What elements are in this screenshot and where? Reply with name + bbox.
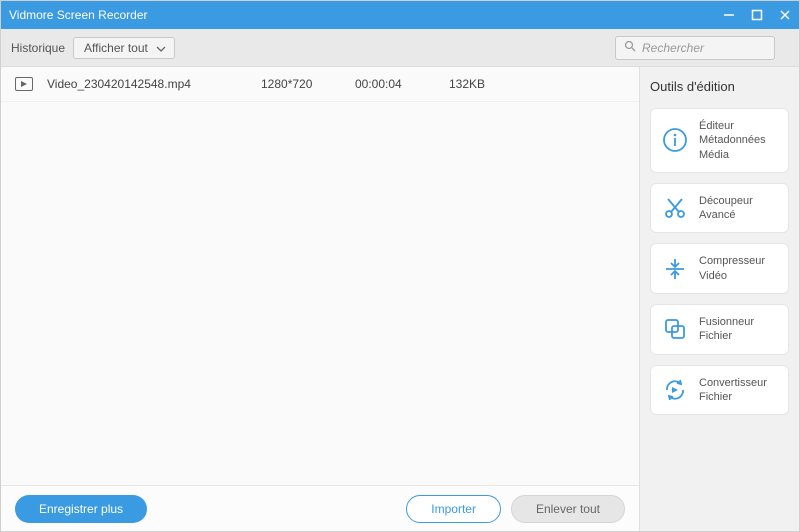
tool-label: Compresseur Vidéo <box>699 254 765 283</box>
tool-label: Fusionneur Fichier <box>699 315 778 344</box>
window-controls <box>723 9 791 21</box>
tool-video-compressor[interactable]: Compresseur Vidéo <box>650 243 789 294</box>
file-size: 132KB <box>449 77 529 91</box>
remove-all-button[interactable]: Enlever tout <box>511 495 625 523</box>
file-resolution: 1280*720 <box>261 77 341 91</box>
scissors-icon <box>661 194 689 222</box>
tool-label: Éditeur Métadonnées Média <box>699 119 766 162</box>
toolbar: Historique Afficher tout <box>1 29 799 67</box>
app-title: Vidmore Screen Recorder <box>9 8 723 22</box>
tool-file-converter[interactable]: Convertisseur Fichier <box>650 365 789 416</box>
search-input[interactable] <box>642 41 766 55</box>
tool-metadata-editor[interactable]: Éditeur Métadonnées Média <box>650 108 789 173</box>
footer: Enregistrer plus Importer Enlever tout <box>1 485 639 531</box>
video-thumb-icon <box>15 77 33 91</box>
convert-icon <box>661 376 689 404</box>
import-button[interactable]: Importer <box>406 495 501 523</box>
tool-label: Convertisseur Fichier <box>699 376 767 405</box>
file-name: Video_230420142548.mp4 <box>47 77 247 91</box>
minimize-icon[interactable] <box>723 9 735 21</box>
filter-dropdown-label: Afficher tout <box>84 41 148 55</box>
search-box[interactable] <box>615 36 775 60</box>
body: Video_230420142548.mp4 1280*720 00:00:04… <box>1 67 799 531</box>
close-icon[interactable] <box>779 9 791 21</box>
tool-label: Découpeur Avancé <box>699 194 778 223</box>
history-label: Historique <box>11 41 65 55</box>
tools-panel: Outils d'édition Éditeur Métadonnées Méd… <box>639 67 799 531</box>
search-icon <box>624 40 636 55</box>
titlebar: Vidmore Screen Recorder <box>1 1 799 29</box>
tool-file-merger[interactable]: Fusionneur Fichier <box>650 304 789 355</box>
file-duration: 00:00:04 <box>355 77 435 91</box>
file-list: Video_230420142548.mp4 1280*720 00:00:04… <box>1 67 639 485</box>
filter-dropdown[interactable]: Afficher tout <box>73 37 175 59</box>
tools-panel-title: Outils d'édition <box>650 79 789 94</box>
merge-icon <box>661 315 689 343</box>
compress-icon <box>661 255 689 283</box>
info-icon <box>661 126 689 154</box>
chevron-down-icon <box>156 41 166 55</box>
maximize-icon[interactable] <box>751 9 763 21</box>
save-more-button[interactable]: Enregistrer plus <box>15 495 147 523</box>
tool-advanced-cutter[interactable]: Découpeur Avancé <box>650 183 789 234</box>
file-row[interactable]: Video_230420142548.mp4 1280*720 00:00:04… <box>1 67 639 102</box>
left-pane: Video_230420142548.mp4 1280*720 00:00:04… <box>1 67 639 531</box>
